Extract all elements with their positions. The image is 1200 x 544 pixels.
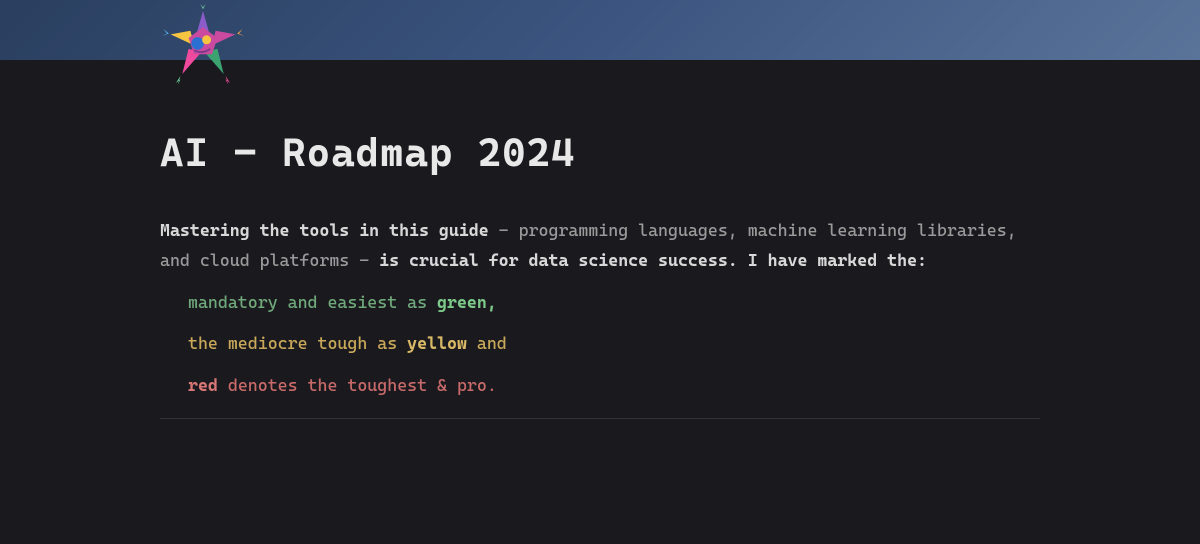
legend-yellow: the mediocre tough as yellow and: [188, 331, 1040, 357]
legend-list: mandatory and easiest as green, the medi…: [160, 290, 1040, 399]
intro-bold-1: Mastering the tools in this guide: [160, 220, 489, 240]
intro-bold-2: is crucial for data science success. I h…: [379, 250, 927, 270]
legend-yellow-post: and: [467, 333, 507, 353]
legend-green-bold: green,: [437, 292, 497, 312]
legend-red: red denotes the toughest & pro.: [188, 373, 1040, 399]
pinata-star-logo: [158, 2, 248, 92]
legend-red-post: denotes the toughest & pro.: [218, 375, 497, 395]
page-title: AI - Roadmap 2024: [160, 130, 1040, 176]
main-content: AI - Roadmap 2024 Mastering the tools in…: [0, 60, 1200, 419]
section-divider: [160, 418, 1040, 419]
legend-red-bold: red: [188, 375, 218, 395]
intro-paragraph: Mastering the tools in this guide - prog…: [160, 216, 1040, 276]
legend-yellow-pre: the mediocre tough as: [188, 333, 407, 353]
legend-green: mandatory and easiest as green,: [188, 290, 1040, 316]
legend-green-pre: mandatory and easiest as: [188, 292, 437, 312]
legend-yellow-bold: yellow: [407, 333, 467, 353]
